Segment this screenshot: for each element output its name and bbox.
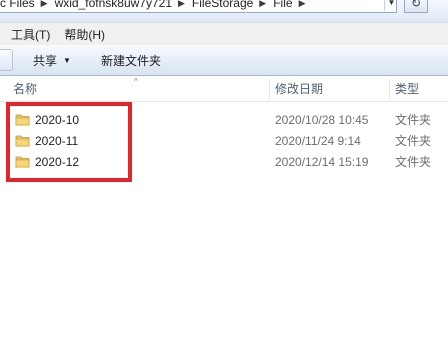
breadcrumb-separator-icon[interactable]: ▶ — [257, 0, 269, 9]
file-type: 文件夹 — [395, 134, 432, 148]
breadcrumb-item[interactable]: wxid_fofnsk8uw7y721 — [51, 0, 176, 10]
breadcrumb[interactable]: c Files ▶ wxid_fofnsk8uw7y721 ▶ FileStor… — [0, 0, 397, 13]
refresh-button[interactable]: ↻ — [404, 0, 428, 13]
sort-ascending-icon: ^ — [134, 77, 138, 86]
column-headers: ^ 名称 修改日期 类型 — [0, 76, 448, 102]
file-type: 文件夹 — [395, 155, 432, 169]
menu-tools[interactable]: 工具(T) — [4, 26, 57, 43]
column-header-name[interactable]: 名称 — [13, 76, 37, 101]
refresh-icon: ↻ — [410, 0, 422, 10]
file-name: 2020-12 — [35, 155, 80, 169]
column-divider[interactable] — [269, 79, 270, 99]
list-item[interactable]: 2020-10 2020/10/28 10:45 文件夹 — [0, 110, 448, 130]
new-folder-button[interactable]: 新建文件夹 — [101, 52, 161, 69]
share-label: 共享 — [33, 53, 58, 68]
share-button[interactable]: 共享 ▼ — [33, 52, 71, 69]
folder-icon — [15, 156, 30, 168]
breadcrumb-item[interactable]: FileStorage — [188, 0, 257, 10]
chevron-down-icon: ▼ — [387, 0, 396, 7]
breadcrumb-separator-icon[interactable]: ▶ — [176, 0, 188, 9]
command-toolbar: 共享 ▼ 新建文件夹 — [0, 45, 448, 76]
breadcrumb-item[interactable]: File — [269, 0, 296, 10]
file-date: 2020/12/14 15:19 — [275, 155, 369, 169]
file-name: 2020-11 — [35, 134, 79, 148]
breadcrumb-separator-icon[interactable]: ▶ — [39, 0, 51, 9]
new-folder-label: 新建文件夹 — [100, 53, 161, 68]
list-item[interactable]: 2020-11 2020/11/24 9:14 文件夹 — [0, 131, 448, 151]
breadcrumb-separator-icon[interactable]: ▶ — [297, 0, 309, 9]
file-date: 2020/11/24 9:14 — [275, 134, 361, 148]
file-date: 2020/10/28 10:45 — [275, 113, 369, 127]
menu-bar: 工具(T) 帮助(H) — [0, 22, 448, 45]
folder-icon — [15, 135, 30, 147]
address-bar: c Files ▶ wxid_fofnsk8uw7y721 ▶ FileStor… — [0, 0, 448, 22]
folder-icon — [15, 114, 30, 126]
file-type: 文件夹 — [395, 113, 432, 127]
breadcrumb-item[interactable]: c Files — [0, 0, 39, 10]
column-divider[interactable] — [389, 79, 390, 99]
chevron-down-icon: ▼ — [63, 55, 71, 65]
column-header-type[interactable]: 类型 — [395, 76, 419, 101]
list-item[interactable]: 2020-12 2020/12/14 15:19 文件夹 — [0, 152, 448, 172]
menu-help[interactable]: 帮助(H) — [57, 26, 112, 43]
address-dropdown-button[interactable]: ▼ — [384, 0, 398, 11]
organize-button-partial[interactable] — [0, 49, 13, 71]
column-header-date[interactable]: 修改日期 — [275, 76, 323, 101]
file-name: 2020-10 — [35, 113, 80, 127]
